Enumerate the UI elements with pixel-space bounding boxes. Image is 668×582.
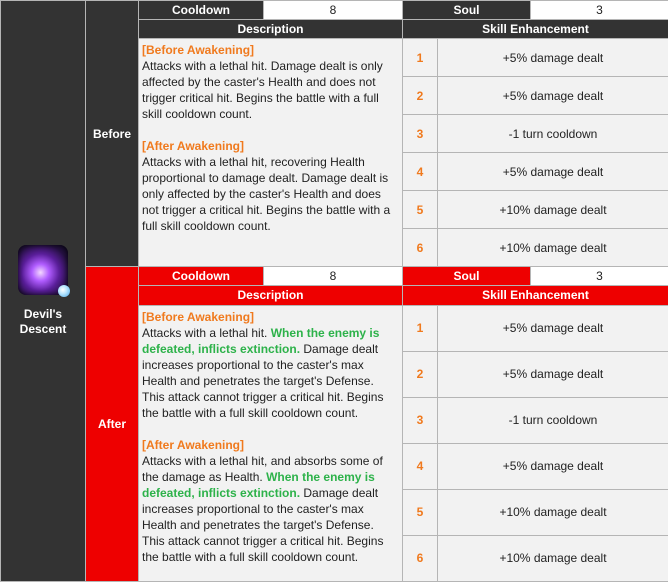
after-description-header: Description	[138, 285, 403, 306]
before-before-awakening-heading: [Before Awakening]	[142, 43, 255, 58]
devils-descent-skill-icon	[18, 245, 70, 297]
before-enhancement-level: 4	[402, 152, 438, 192]
soul-orb-icon	[58, 285, 70, 297]
before-label: Before	[85, 0, 139, 268]
after-enhancement-effect: +5% damage dealt	[437, 442, 668, 490]
before-enhancement-level: 6	[402, 228, 438, 268]
skill-table: Devil's Descent Before Cooldown 8 Soul 3…	[0, 0, 668, 582]
after-enhancement-level: 3	[402, 396, 438, 444]
after-before-awakening-pre: Attacks with a lethal hit.	[142, 325, 271, 340]
before-description: [Before Awakening] Attacks with a lethal…	[138, 38, 403, 268]
after-cooldown-value: 8	[263, 266, 403, 287]
after-enhancement-header: Skill Enhancement	[402, 285, 668, 306]
after-after-awakening-text: Attacks with a lethal hit, and absorbs s…	[142, 453, 398, 565]
after-enhancement-level: 2	[402, 350, 438, 398]
after-enhancement-effect: +10% damage dealt	[437, 534, 668, 582]
after-soul-header: Soul	[402, 266, 531, 287]
before-enhancement-level: 5	[402, 190, 438, 230]
after-enhancement-level: 4	[402, 442, 438, 490]
before-soul-value: 3	[530, 0, 668, 21]
skill-icon-cell: Devil's Descent	[0, 0, 86, 582]
before-cooldown-header: Cooldown	[138, 0, 264, 21]
before-after-awakening-heading: [After Awakening]	[142, 139, 245, 154]
skill-name: Devil's Descent	[19, 307, 67, 336]
after-soul-value: 3	[530, 266, 668, 287]
after-enhancement-effect: -1 turn cooldown	[437, 396, 668, 444]
before-description-header: Description	[138, 19, 403, 40]
before-after-awakening-text: Attacks with a lethal hit, recovering He…	[142, 155, 391, 234]
before-soul-header: Soul	[402, 0, 531, 21]
before-before-awakening-text: Attacks with a lethal hit. Damage dealt …	[142, 59, 383, 122]
before-enhancement-level: 2	[402, 76, 438, 116]
after-enhancement-effect: +10% damage dealt	[437, 488, 668, 536]
after-cooldown-header: Cooldown	[138, 266, 264, 287]
before-enhancement-effect: +10% damage dealt	[437, 190, 668, 230]
after-label: After	[85, 266, 139, 582]
before-enhancement-effect: +5% damage dealt	[437, 152, 668, 192]
after-after-awakening-heading: [After Awakening]	[142, 437, 245, 452]
after-enhancement-level: 1	[402, 304, 438, 352]
before-enhancement-effect: -1 turn cooldown	[437, 114, 668, 154]
before-enhancement-level: 1	[402, 38, 438, 78]
before-enhancement-effect: +5% damage dealt	[437, 38, 668, 78]
before-enhancement-effect: +5% damage dealt	[437, 76, 668, 116]
after-before-awakening-heading: [Before Awakening]	[142, 309, 255, 324]
after-enhancement-level: 6	[402, 534, 438, 582]
after-enhancement-effect: +5% damage dealt	[437, 350, 668, 398]
before-enhancement-effect: +10% damage dealt	[437, 228, 668, 268]
after-before-awakening-text: Attacks with a lethal hit. When the enem…	[142, 325, 398, 421]
after-enhancement-level: 5	[402, 488, 438, 536]
after-enhancement-effect: +5% damage dealt	[437, 304, 668, 352]
after-description: [Before Awakening] Attacks with a lethal…	[138, 304, 403, 582]
before-enhancement-level: 3	[402, 114, 438, 154]
before-enhancement-header: Skill Enhancement	[402, 19, 668, 40]
before-cooldown-value: 8	[263, 0, 403, 21]
